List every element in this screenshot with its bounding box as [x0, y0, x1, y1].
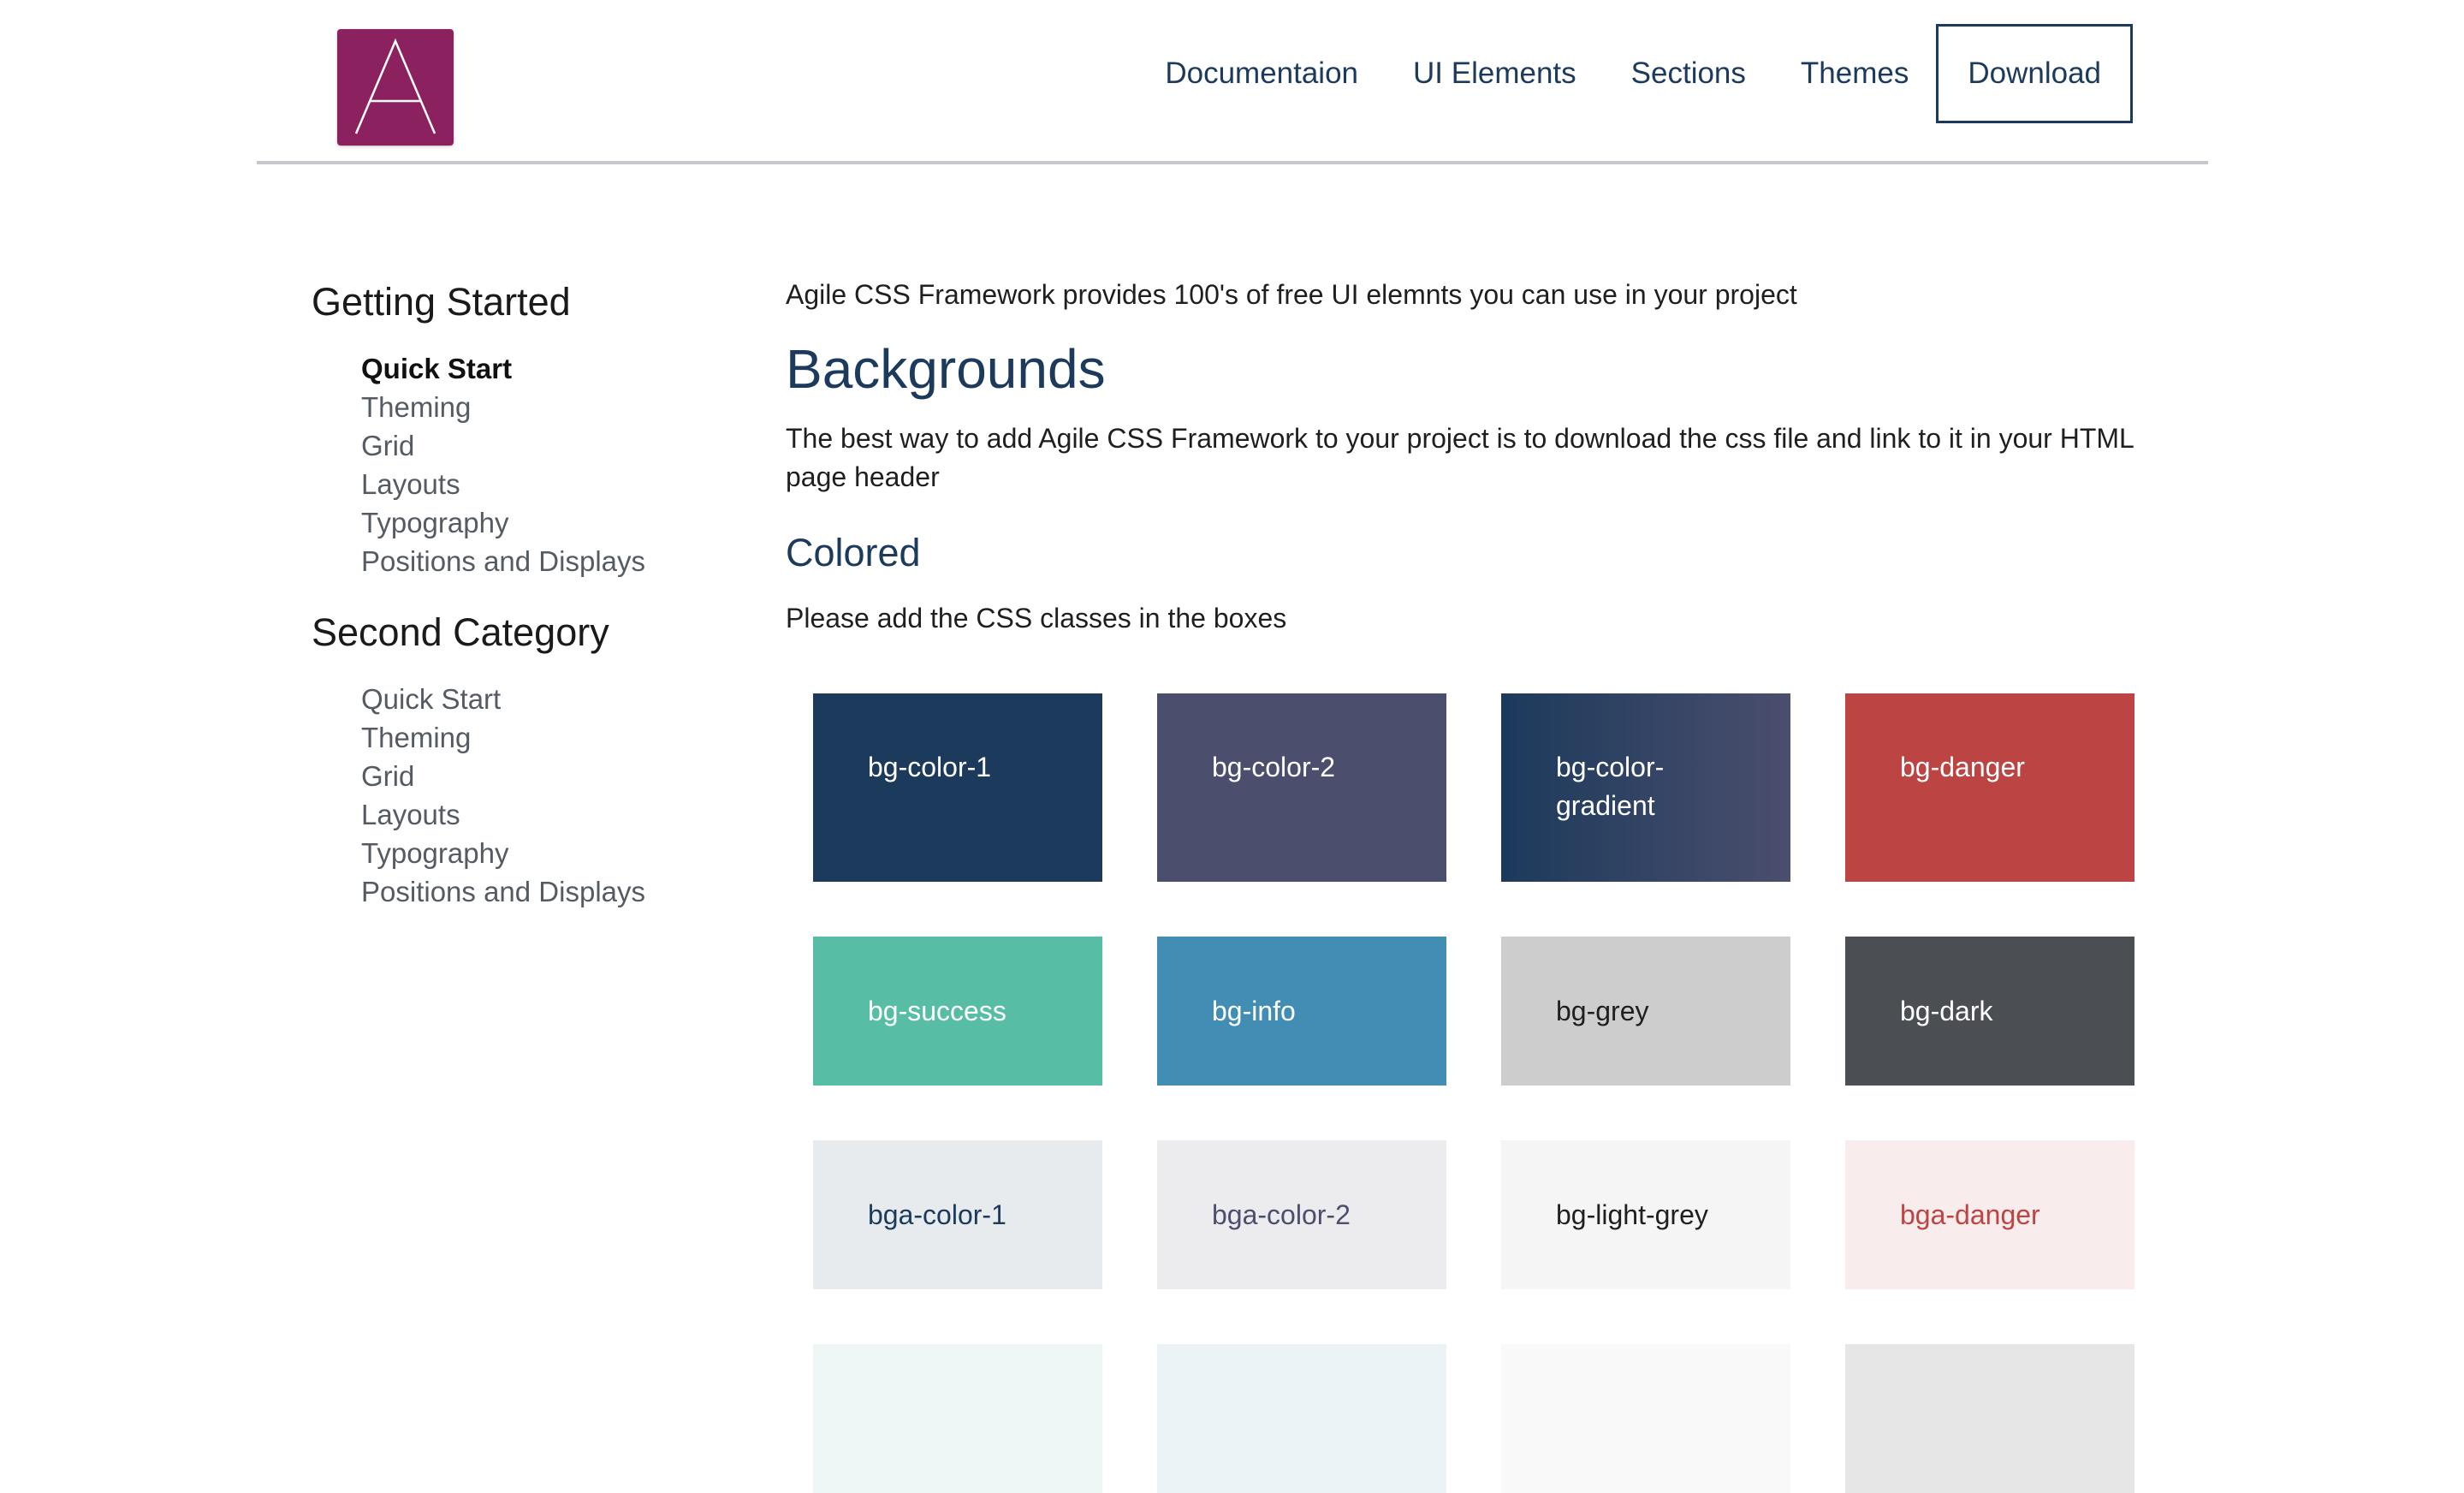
swatch-label: bg-color-1: [868, 752, 992, 782]
swatch-16[interactable]: [1845, 1344, 2134, 1493]
sidebar-item-layouts[interactable]: Layouts: [361, 465, 688, 503]
sidebar-item-theming[interactable]: Theming: [361, 718, 688, 757]
nav-sections[interactable]: Sections: [1631, 57, 1746, 91]
swatch-bg-danger[interactable]: bg-danger: [1845, 693, 2134, 882]
sidebar-heading-second-category: Second Category: [312, 610, 609, 654]
nav-ui-elements[interactable]: UI Elements: [1413, 57, 1576, 91]
swatch-label: bg-success: [868, 995, 1006, 1026]
swatch-bg-color-2[interactable]: bg-color-2: [1157, 693, 1446, 882]
swatch-label: bg-light-grey: [1556, 1199, 1708, 1230]
instruction-text: Please add the CSS classes in the boxes: [786, 603, 1287, 633]
swatch-bg-color-gradient[interactable]: bg-color-gradient: [1501, 693, 1790, 882]
sidebar-item-quick-start[interactable]: Quick Start: [361, 680, 688, 718]
swatch-label: bg-color-2: [1212, 752, 1336, 782]
sidebar-list-second-category: Quick Start Theming Grid Layouts Typogra…: [312, 680, 688, 911]
intro-text: Agile CSS Framework provides 100's of fr…: [786, 279, 1797, 310]
swatch-bg-grey[interactable]: bg-grey: [1501, 937, 1790, 1086]
sidebar-item-positions-and-displays[interactable]: Positions and Displays: [361, 872, 688, 911]
swatch-label: bg-color-gradient: [1556, 752, 1665, 821]
logo-a-icon: [354, 38, 436, 134]
swatch-15[interactable]: [1501, 1344, 1790, 1493]
sidebar-item-quick-start[interactable]: Quick Start: [361, 349, 688, 388]
section-title-colored: Colored: [786, 531, 921, 574]
swatch-bga-color-2[interactable]: bga-color-2: [1157, 1140, 1446, 1289]
swatch-bga-color-1[interactable]: bga-color-1: [813, 1140, 1102, 1289]
swatch-label: bg-info: [1212, 995, 1296, 1026]
swatch-label: bga-color-1: [868, 1199, 1006, 1230]
swatch-label: bg-grey: [1556, 995, 1649, 1026]
swatch-13[interactable]: [813, 1344, 1102, 1493]
nav-documentation[interactable]: Documentaion: [1165, 57, 1358, 91]
swatch-label: bg-dark: [1900, 995, 1993, 1026]
sidebar: Getting Started Quick Start Theming Grid…: [312, 272, 688, 933]
swatch-bg-dark[interactable]: bg-dark: [1845, 937, 2134, 1086]
sidebar-heading-getting-started: Getting Started: [312, 280, 571, 324]
sidebar-item-typography[interactable]: Typography: [361, 503, 688, 542]
site-header: Documentaion UI Elements Sections Themes…: [257, 0, 2208, 164]
page-title: Backgrounds: [786, 338, 1106, 400]
swatch-bg-success[interactable]: bg-success: [813, 937, 1102, 1086]
swatch-bga-danger[interactable]: bga-danger: [1845, 1140, 2134, 1289]
swatch-bg-info[interactable]: bg-info: [1157, 937, 1446, 1086]
download-button[interactable]: Download: [1936, 24, 2133, 123]
sidebar-item-typography[interactable]: Typography: [361, 834, 688, 872]
logo[interactable]: [337, 29, 454, 146]
swatch-bg-light-grey[interactable]: bg-light-grey: [1501, 1140, 1790, 1289]
swatch-bg-color-1[interactable]: bg-color-1: [813, 693, 1102, 882]
swatch-label: bga-danger: [1900, 1199, 2040, 1230]
sidebar-list-getting-started: Quick Start Theming Grid Layouts Typogra…: [312, 349, 688, 580]
nav-themes[interactable]: Themes: [1801, 57, 1909, 91]
swatch-label: bga-color-2: [1212, 1199, 1351, 1230]
sidebar-item-grid[interactable]: Grid: [361, 757, 688, 795]
sidebar-item-layouts[interactable]: Layouts: [361, 795, 688, 834]
sidebar-item-positions-and-displays[interactable]: Positions and Displays: [361, 542, 688, 580]
sidebar-item-theming[interactable]: Theming: [361, 388, 688, 426]
main-content: Agile CSS Framework provides 100's of fr…: [786, 272, 2189, 1493]
lead-text: The best way to add Agile CSS Framework …: [786, 423, 2134, 492]
swatch-14[interactable]: [1157, 1344, 1446, 1493]
main-nav: Documentaion UI Elements Sections Themes…: [1165, 24, 2133, 123]
swatch-label: bg-danger: [1900, 752, 2025, 782]
sidebar-item-grid[interactable]: Grid: [361, 426, 688, 465]
